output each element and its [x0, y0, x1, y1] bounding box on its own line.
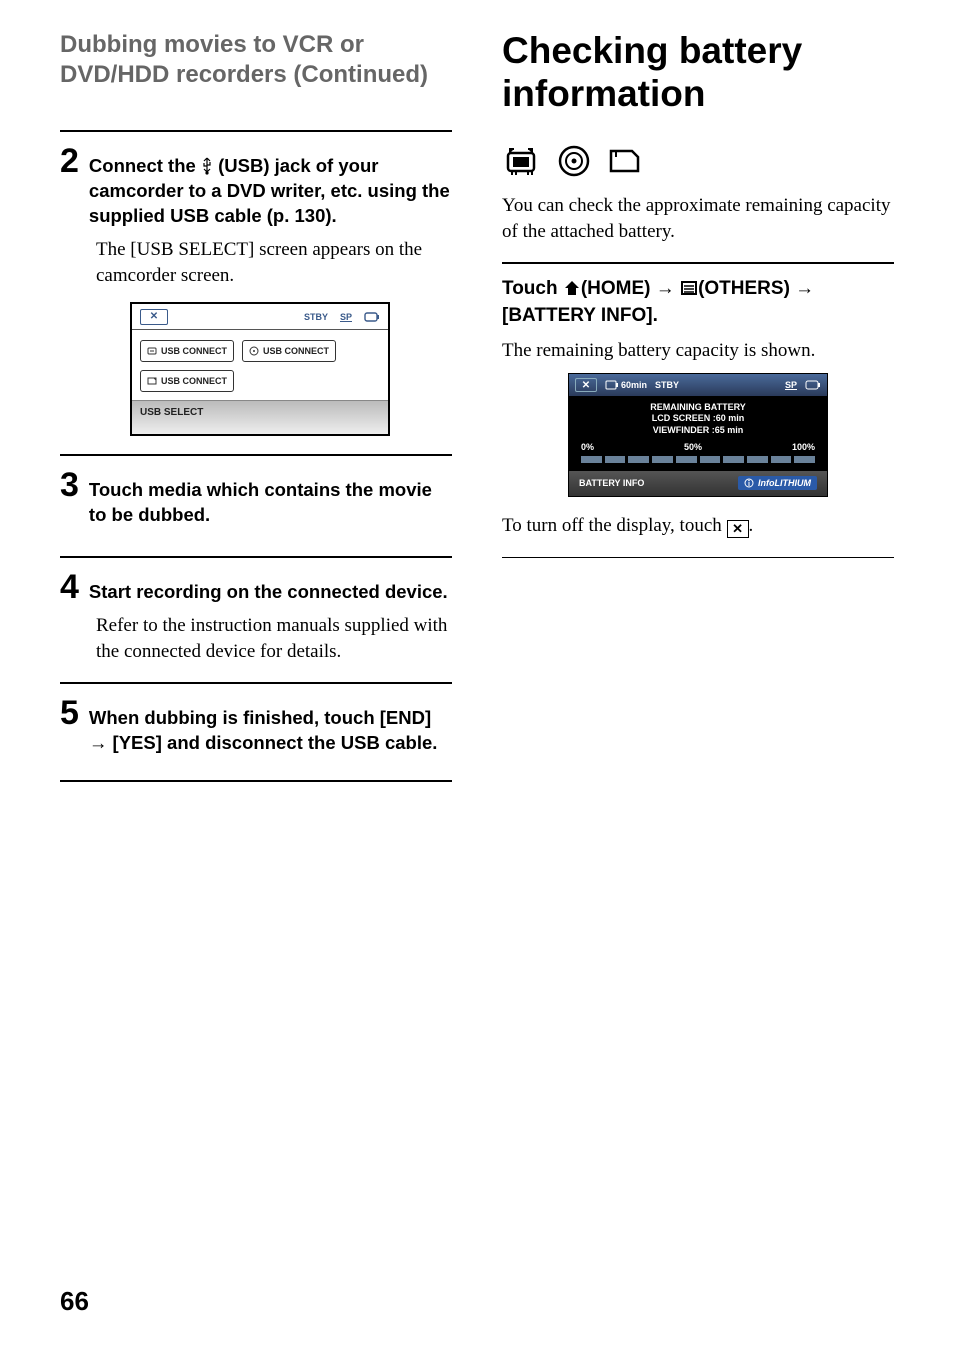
step-number: 3 — [60, 468, 79, 502]
page-number: 66 — [60, 1286, 89, 1317]
status-label: STBY — [655, 380, 679, 390]
step-body: The [USB SELECT] screen appears on the c… — [96, 237, 452, 288]
lcd-line: LCD SCREEN :60 min — [579, 413, 817, 424]
usb-connect-button[interactable]: USB CONNECT — [140, 370, 234, 392]
section-heading: Checking battery information — [502, 30, 894, 115]
battery-time: 60min — [605, 380, 647, 390]
figure-label: USB SELECT — [132, 400, 388, 434]
text-part: Touch — [502, 278, 563, 299]
step-title: When dubbing is finished, touch [END] → … — [89, 706, 452, 756]
close-icon[interactable]: ✕ — [575, 378, 597, 392]
touch-instruction: Touch (HOME) → (OTHERS) → [BATTERY INFO]… — [502, 276, 894, 329]
step-number: 2 — [60, 144, 79, 178]
usb-select-figure: ✕ STBY SP USB CONNECT USB CONNECT — [130, 302, 390, 436]
close-icon[interactable]: ✕ — [140, 309, 168, 325]
scale-0: 0% — [581, 442, 594, 452]
mode-icons — [502, 143, 894, 179]
close-instruction: To turn off the display, touch ✕. — [502, 513, 894, 539]
scale-100: 100% — [792, 442, 815, 452]
usb-connect-button[interactable]: USB CONNECT — [140, 340, 234, 362]
vf-line: VIEWFINDER :65 min — [579, 425, 817, 436]
movie-mode-icon — [502, 143, 544, 179]
sp-label: SP — [785, 380, 797, 390]
step-4: 4 Start recording on the connected devic… — [60, 570, 452, 605]
text-part: (HOME) — [581, 278, 651, 299]
text-part: To turn off the display, touch — [502, 515, 727, 536]
button-label: USB CONNECT — [161, 376, 227, 386]
separator — [60, 454, 452, 456]
step-number: 5 — [60, 696, 79, 730]
figure-label: BATTERY INFO — [579, 478, 644, 488]
text-part: . — [749, 515, 754, 536]
button-label: USB CONNECT — [161, 346, 227, 356]
home-icon — [563, 279, 581, 297]
separator — [60, 780, 452, 782]
scale-50: 50% — [684, 442, 702, 452]
card-mode-icon — [604, 143, 646, 179]
separator — [60, 682, 452, 684]
step-title: Connect the (USB) jack of your camcorder… — [89, 154, 452, 229]
step-title-part: Connect the — [89, 155, 201, 176]
sp-label: SP — [340, 312, 352, 322]
button-label: USB CONNECT — [263, 346, 329, 356]
disc-mode-icon — [554, 143, 594, 179]
step-5: 5 When dubbing is finished, touch [END] … — [60, 696, 452, 756]
others-icon — [680, 279, 698, 297]
separator — [60, 556, 452, 558]
usb-icon — [201, 157, 213, 175]
step-2: 2 Connect the (USB) jack of your camcord… — [60, 144, 452, 229]
intro-text: You can check the approximate remaining … — [502, 193, 894, 244]
battery-small-icon — [605, 380, 619, 390]
continuation-heading: Dubbing movies to VCR or DVD/HDD recorde… — [60, 30, 452, 90]
battery-bar — [569, 454, 827, 471]
step-3: 3 Touch media which contains the movie t… — [60, 468, 452, 528]
text-part: → — [651, 278, 681, 299]
step-body: Refer to the instruction manuals supplie… — [96, 613, 452, 664]
disc-icon — [249, 346, 259, 356]
status-label: STBY — [304, 312, 328, 322]
text-part: (OTHERS) — [698, 278, 790, 299]
hdd-icon — [147, 346, 157, 356]
battery-icon — [805, 380, 821, 390]
step-title: Touch media which contains the movie to … — [89, 478, 452, 528]
card-icon — [147, 376, 157, 386]
usb-connect-button[interactable]: USB CONNECT — [242, 340, 336, 362]
remaining-title: REMAINING BATTERY — [579, 402, 817, 413]
battery-info-figure: ✕ 60min STBY SP REMAINING BATTERY LCD SC… — [568, 373, 828, 497]
separator — [60, 130, 452, 132]
separator — [502, 262, 894, 264]
step-number: 4 — [60, 570, 79, 604]
infolithium-badge: InfoLITHIUM — [738, 476, 817, 490]
shown-text: The remaining battery capacity is shown. — [502, 338, 894, 364]
battery-icon — [364, 311, 380, 323]
step-title: Start recording on the connected device. — [89, 580, 448, 605]
close-box-icon: ✕ — [727, 520, 749, 538]
separator — [502, 557, 894, 559]
info-icon — [744, 478, 754, 488]
